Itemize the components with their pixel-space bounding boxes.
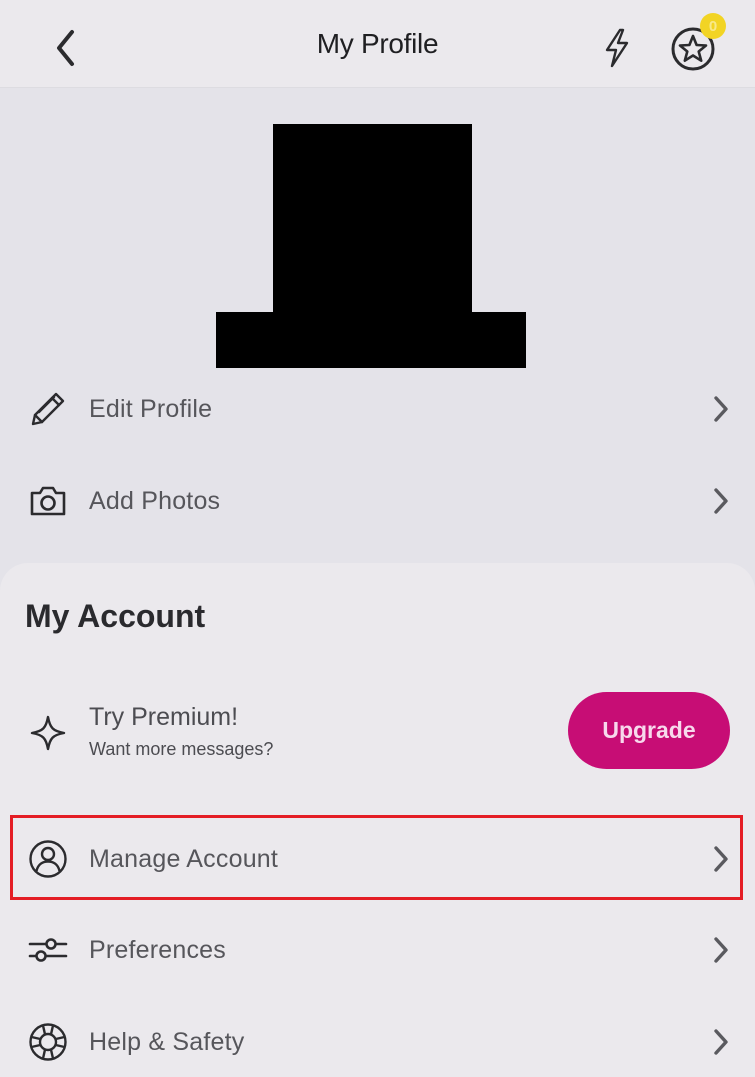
lightning-bolt-icon [605,28,629,68]
chevron-right-icon [706,394,736,424]
edit-profile-label: Edit Profile [89,394,213,423]
sparkle-icon [28,713,68,753]
sliders-icon [28,930,68,970]
chevron-right-icon [706,935,736,965]
my-account-heading: My Account [25,598,206,634]
premium-subtitle: Want more messages? [89,739,274,759]
upgrade-button[interactable]: Upgrade [568,692,730,769]
preferences-row[interactable]: Preferences [0,910,755,990]
redacted-name [216,312,526,368]
top-app-bar: My Profile 0 [0,0,755,88]
help-safety-label: Help & Safety [89,1027,245,1056]
manage-account-row[interactable]: Manage Account [0,819,755,899]
page-title: My Profile [316,28,439,59]
lifebuoy-icon [28,1022,68,1062]
preferences-label: Preferences [89,935,226,964]
chevron-right-icon [706,1027,736,1057]
chevron-right-icon [706,486,736,516]
add-photos-row[interactable]: Add Photos [0,461,755,541]
premium-title: Try Premium! [89,703,239,731]
boost-button[interactable] [597,26,637,70]
rewards-badge: 0 [700,13,726,39]
camera-icon [28,481,68,521]
user-circle-icon [28,839,68,879]
help-safety-row[interactable]: Help & Safety [0,1002,755,1077]
pencil-icon [28,389,68,429]
edit-profile-row[interactable]: Edit Profile [0,369,755,449]
redacted-avatar [273,124,472,313]
manage-account-label: Manage Account [89,844,279,873]
chevron-right-icon [706,844,736,874]
add-photos-label: Add Photos [89,486,221,515]
